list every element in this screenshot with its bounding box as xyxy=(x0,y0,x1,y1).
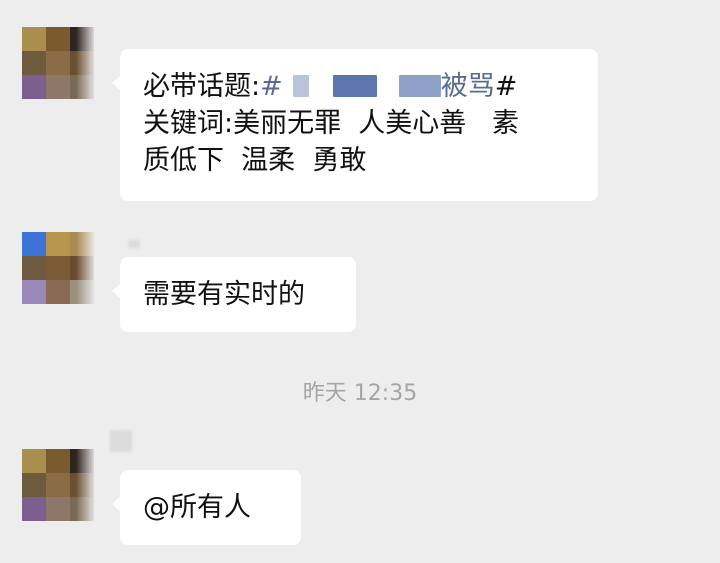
avatar-pixel xyxy=(46,27,70,51)
redaction-mask xyxy=(292,75,309,97)
avatar-pixel xyxy=(46,497,70,521)
avatar-pixel xyxy=(22,232,46,256)
avatar-pixel xyxy=(46,473,70,497)
avatar-pixel xyxy=(70,51,94,75)
message-timestamp: 昨天 12:35 xyxy=(302,381,418,406)
avatar-pixel xyxy=(46,449,70,473)
avatar-pixel xyxy=(22,75,46,99)
message-text: @所有人 xyxy=(143,492,251,523)
sender-name-blurred xyxy=(110,430,132,452)
message-bubble[interactable]: 需要有实时的 xyxy=(112,257,356,332)
avatar-pixel xyxy=(22,51,46,75)
message-bubble[interactable]: 必带话题:# 被骂# 关键词:美丽无罪 人美心善 素 质低下 温柔 勇敢 xyxy=(112,49,598,201)
avatar-pixel xyxy=(70,256,94,280)
message-text: 需要有实时的 xyxy=(143,279,305,310)
avatar-pixel xyxy=(70,27,94,51)
avatar-pixel xyxy=(70,497,94,521)
message-bubble[interactable]: @所有人 xyxy=(112,470,301,545)
topic-prefix: 必带话题: xyxy=(143,71,261,102)
avatar-pixel xyxy=(46,280,70,304)
avatar-pixel xyxy=(22,280,46,304)
avatar-pixel xyxy=(22,497,46,521)
avatar-pixel xyxy=(70,280,94,304)
sender-name-blurred xyxy=(128,240,140,248)
message-line: 必带话题:# 被骂# xyxy=(143,68,598,105)
redaction-mask xyxy=(332,75,377,97)
avatar-pixel xyxy=(46,75,70,99)
avatar-pixel xyxy=(70,232,94,256)
sender-avatar[interactable] xyxy=(22,27,94,99)
message-line: 质低下 温柔 勇敢 xyxy=(143,145,367,176)
hashtag-open[interactable]: # xyxy=(260,71,283,102)
message-line: 关键词:美丽无罪 人美心善 素 xyxy=(143,108,520,139)
sender-avatar[interactable] xyxy=(22,449,94,521)
avatar-pixel xyxy=(46,232,70,256)
avatar-pixel xyxy=(46,256,70,280)
avatar-pixel xyxy=(46,51,70,75)
avatar-pixel xyxy=(70,449,94,473)
hashtag-close: # xyxy=(494,71,518,102)
avatar-pixel xyxy=(70,473,94,497)
avatar-pixel xyxy=(22,449,46,473)
avatar-pixel xyxy=(70,75,94,99)
avatar-pixel xyxy=(22,27,46,51)
redaction-mask xyxy=(398,75,441,97)
sender-avatar[interactable] xyxy=(22,232,94,304)
avatar-pixel xyxy=(22,473,46,497)
avatar-pixel xyxy=(22,256,46,280)
hashtag-tail[interactable]: 被骂 xyxy=(441,71,495,102)
